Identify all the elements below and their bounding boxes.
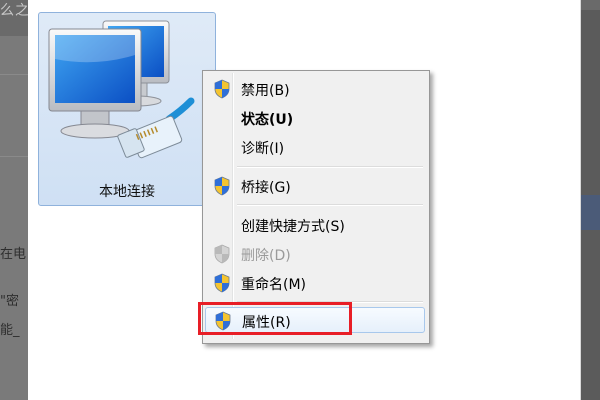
local-area-connection-tile[interactable]: 本地连接 (38, 12, 216, 206)
network-adapter-icon (48, 20, 195, 159)
background-divider (0, 74, 28, 75)
background-divider (0, 156, 28, 157)
menu-item-label: 诊断(I) (241, 141, 285, 157)
menu-item-status[interactable]: 状态(U) (205, 105, 425, 131)
menu-item-label: 状态(U) (241, 112, 294, 128)
menu-item-rename[interactable]: 重命名(M) (205, 270, 425, 296)
menu-item-label: 创建快捷方式(S) (241, 219, 345, 235)
uac-shield-icon (214, 273, 230, 293)
background-header-text: 么之 (0, 3, 30, 19)
adapter-name-label: 本地连接 (99, 184, 155, 200)
red-highlight-annotation (198, 302, 352, 335)
uac-shield-icon (214, 176, 230, 196)
uac-shield-icon (214, 244, 230, 264)
menu-separator (237, 167, 423, 168)
menu-item-label: 重命名(M) (241, 277, 307, 293)
menu-separator (237, 205, 423, 206)
background-text-fragment: "密 (0, 294, 19, 309)
background-left-strip: 在电 "密 能_ (0, 36, 28, 400)
menu-item-label: 删除(D) (241, 248, 291, 264)
background-text-fragment: 在电 (0, 247, 27, 262)
menu-item-delete[interactable]: 删除(D) (205, 241, 425, 267)
menu-item-disable[interactable]: 禁用(B) (205, 76, 425, 102)
menu-item-label: 桥接(G) (241, 180, 291, 196)
menu-item-bridge[interactable]: 桥接(G) (205, 173, 425, 199)
background-text-fragment: 能_ (0, 323, 20, 338)
menu-item-diagnose[interactable]: 诊断(I) (205, 134, 425, 160)
menu-item-create-shortcut[interactable]: 创建快捷方式(S) (205, 212, 425, 238)
network-connections-window: 本地连接 禁用(B) 状态(U) 诊断(I) 桥接(G) 创建快捷方式(S) 删… (28, 0, 581, 400)
uac-shield-icon (214, 79, 230, 99)
background-right-accent (580, 195, 600, 230)
menu-item-label: 禁用(B) (241, 83, 290, 99)
